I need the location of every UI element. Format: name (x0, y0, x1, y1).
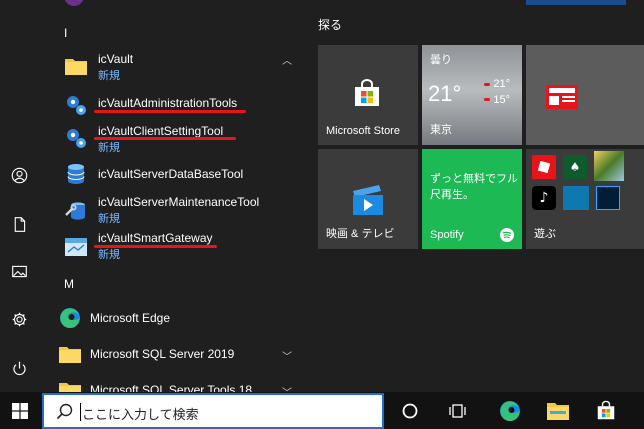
app-name: icVaultServerMaintenanceTool (98, 195, 260, 209)
user-icon (11, 167, 27, 183)
cortana-circle-icon (402, 403, 418, 418)
app-item-sql-server-2019-folder[interactable]: Microsoft SQL Server 2019 ﹀ (38, 336, 306, 372)
task-view-icon (449, 403, 466, 418)
tile-label: Spotify (430, 229, 464, 241)
new-badge: 新規 (98, 69, 120, 82)
start-button[interactable] (0, 392, 40, 429)
tiktok-icon: ♪ (532, 186, 556, 210)
gear-icon (12, 312, 26, 326)
chevron-down-icon[interactable]: ﹀ (282, 348, 292, 363)
spotify-promo-text: ずっと無料でフル尺再生。 (430, 172, 518, 201)
file-explorer-icon (547, 402, 569, 420)
new-badge: 新規 (98, 141, 120, 154)
chevron-up-icon[interactable]: ︿ (282, 52, 292, 67)
edge-icon (60, 308, 80, 329)
tile-label: 遊ぶ (534, 228, 556, 240)
weather-condition: 曇り (430, 53, 452, 66)
spotify-icon (500, 228, 514, 242)
prime-video-icon (563, 186, 589, 210)
user-account-button[interactable] (0, 158, 38, 192)
red-annotation-mark (484, 83, 490, 86)
solitaire-icon: ♠ (563, 155, 587, 179)
cortana-button[interactable] (386, 392, 434, 429)
new-badge: 新規 (98, 248, 120, 261)
tile-spotify[interactable]: ずっと無料でフル尺再生。 Spotify (422, 149, 522, 249)
new-badge: 新規 (98, 212, 120, 225)
maintenance-icon (65, 202, 85, 220)
document-icon (14, 216, 25, 232)
tiles-area: 探る Microsoft Store 曇り 21° 21° 15° 東京 映画 … (306, 0, 644, 392)
tile-news[interactable] (526, 45, 644, 145)
app-item-sql-server-tools-18-folder[interactable]: Microsoft SQL Server Tools 18 ﹀ (38, 372, 306, 392)
weather-city: 東京 (430, 124, 452, 136)
film-play-icon (353, 185, 383, 215)
task-view-button[interactable] (434, 392, 482, 429)
game-art-icon (594, 151, 624, 181)
tile-weather[interactable]: 曇り 21° 21° 15° 東京 (422, 45, 522, 145)
edge-icon (500, 400, 520, 421)
folder-icon (59, 383, 81, 392)
gears-icon (64, 93, 88, 117)
weather-temperature: 21° (428, 81, 462, 106)
weather-low: 15° (493, 94, 510, 106)
picture-icon (11, 265, 27, 277)
app-list: I icVault 新規 ︿ icVaultAdministrationTool… (38, 0, 306, 392)
store-bag-icon (597, 400, 615, 419)
app-name: Microsoft Edge (90, 311, 171, 325)
folder-icon (65, 59, 87, 75)
text-caret (80, 403, 81, 421)
letter-header-m[interactable]: M (64, 277, 74, 291)
red-annotation-underline (94, 137, 236, 140)
news-icon (546, 85, 578, 109)
app-item-icvault-administration-tools[interactable]: icVaultAdministrationTools (38, 87, 306, 123)
start-menu-screen: I icVault 新規 ︿ icVaultAdministrationTool… (0, 0, 644, 429)
tile-label: 映画 & テレビ (326, 228, 395, 240)
app-name: icVaultSmartGateway (98, 231, 213, 245)
chevron-down-icon[interactable]: ﹀ (282, 384, 292, 392)
red-annotation-underline (94, 110, 246, 113)
start-left-rail (0, 0, 38, 392)
power-button[interactable] (0, 351, 38, 385)
tile-label: Microsoft Store (326, 125, 400, 137)
app-icon-partial (64, 0, 84, 6)
app-item-icvault-server-maintenance-tool[interactable]: icVaultServerMaintenanceTool 新規 (38, 193, 306, 229)
section-title: 探る (318, 18, 343, 32)
taskbar: ここに入力して検索 (0, 392, 644, 429)
tile-play-folder[interactable]: ♠ ♪ 遊ぶ (526, 149, 644, 249)
letter-header-i[interactable]: I (64, 26, 67, 40)
app-name: icVault (98, 52, 134, 66)
power-icon (12, 361, 26, 375)
gateway-icon (65, 238, 87, 256)
taskbar-file-explorer-button[interactable] (534, 392, 582, 429)
app-name: icVaultAdministrationTools (98, 96, 238, 110)
taskbar-search-box[interactable]: ここに入力して検索 (42, 393, 384, 429)
roblox-icon (532, 155, 556, 179)
search-icon (56, 403, 73, 420)
windows-logo-icon (12, 402, 28, 419)
app-item-icvault-folder[interactable]: icVault 新規 ︿ (38, 48, 306, 84)
app-name: icVaultClientSettingTool (98, 124, 224, 138)
red-annotation-mark (484, 98, 490, 101)
documents-button[interactable] (0, 207, 38, 241)
store-bag-icon (355, 79, 379, 106)
settings-button[interactable] (0, 302, 38, 336)
app-item-icvault-server-database-tool[interactable]: icVaultServerDataBaseTool (38, 156, 306, 192)
weather-high: 21° (493, 78, 510, 90)
app-name: Microsoft SQL Server Tools 18 (90, 383, 253, 392)
tile-partial-top (526, 0, 626, 5)
red-annotation-underline (94, 245, 217, 248)
folder-icon (59, 347, 81, 363)
taskbar-edge-button[interactable] (486, 392, 534, 429)
pictures-button[interactable] (0, 254, 38, 288)
gears-icon (67, 129, 86, 148)
app-item-microsoft-edge[interactable]: Microsoft Edge (38, 300, 306, 336)
taskbar-store-button[interactable] (582, 392, 630, 429)
app-name: icVaultServerDataBaseTool (98, 167, 244, 181)
app-name: Microsoft SQL Server 2019 (90, 347, 235, 361)
tile-movies-tv[interactable]: 映画 & テレビ (318, 149, 418, 249)
database-icon (67, 164, 85, 184)
photoshop-icon (596, 186, 620, 210)
tile-microsoft-store[interactable]: Microsoft Store (318, 45, 418, 145)
search-placeholder: ここに入力して検索 (82, 408, 199, 423)
